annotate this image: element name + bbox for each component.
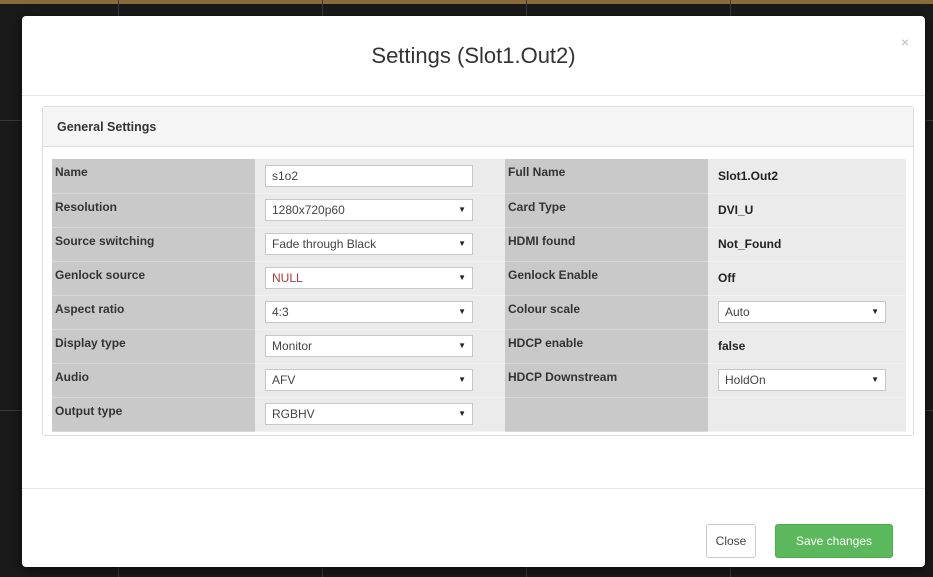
label-output-type: Output type (52, 397, 255, 432)
chevron-down-icon: ▼ (458, 375, 466, 384)
save-changes-button[interactable]: Save changes (775, 524, 893, 558)
settings-row: Genlock source NULL ▼ Genlock Enable Off (52, 261, 906, 296)
value-cell: NULL ▼ (255, 261, 505, 296)
modal-header: Settings (Slot1.Out2) × (22, 16, 925, 96)
settings-row: Aspect ratio 4:3 ▼ Colour scale Auto ▼ (52, 295, 906, 330)
resolution-select[interactable]: 1280x720p60 ▼ (265, 199, 473, 221)
full-name-value: Slot1.Out2 (708, 159, 906, 194)
close-button[interactable]: Close (706, 524, 756, 558)
hdcp-downstream-selected-value: HoldOn (725, 373, 766, 387)
settings-row: Source switching Fade through Black ▼ HDMI … (52, 227, 906, 262)
source-switching-select[interactable]: Fade through Black ▼ (265, 233, 473, 255)
colour-scale-selected-value: Auto (725, 305, 750, 319)
label-source-switching: Source switching (52, 227, 255, 262)
label-resolution: Resolution (52, 193, 255, 228)
colour-scale-select[interactable]: Auto ▼ (718, 301, 886, 323)
settings-row: Display type Monitor ▼ HDCP enable false (52, 329, 906, 364)
settings-table: Name s1o2 Full Name Slot1.Out2 Resolution 128… (52, 159, 906, 432)
display-type-selected-value: Monitor (272, 339, 313, 353)
chevron-down-icon: ▼ (458, 409, 466, 418)
hdmi-found-value: Not_Found (708, 227, 906, 262)
label-hdmi-found: HDMI found (505, 227, 708, 262)
general-settings-panel: General Settings Name s1o2 Full Name Slot1.… (42, 106, 914, 436)
value-cell: 1280x720p60 ▼ (255, 193, 505, 228)
output-type-selected-value: RGBHV (272, 407, 315, 421)
chevron-down-icon: ▼ (458, 307, 466, 316)
source-switching-selected-value: Fade through Black (272, 237, 377, 251)
settings-row: Resolution 1280x720p60 ▼ Card Type DVI_U (52, 193, 906, 228)
genlock-enable-value: Off (708, 261, 906, 296)
panel-heading: General Settings (43, 107, 913, 147)
resolution-selected-value: 1280x720p60 (272, 203, 345, 217)
label-audio: Audio (52, 363, 255, 398)
value-cell: HoldOn ▼ (708, 363, 906, 398)
label-colour-scale: Colour scale (505, 295, 708, 330)
window-top-accent (0, 0, 933, 4)
genlock-source-selected-value: NULL (272, 271, 303, 285)
label-genlock-source: Genlock source (52, 261, 255, 296)
empty-label-cell (505, 397, 708, 432)
hdcp-downstream-select[interactable]: HoldOn ▼ (718, 369, 886, 391)
modal-title: Settings (Slot1.Out2) (371, 43, 576, 68)
settings-modal: Settings (Slot1.Out2) × General Settings… (22, 16, 925, 567)
empty-value-cell (708, 397, 906, 432)
card-type-value: DVI_U (708, 193, 906, 228)
settings-row: Audio AFV ▼ HDCP Downstream HoldOn ▼ (52, 363, 906, 398)
value-cell: Fade through Black ▼ (255, 227, 505, 262)
label-full-name: Full Name (505, 159, 708, 194)
chevron-down-icon: ▼ (458, 341, 466, 350)
label-hdcp-downstream: HDCP Downstream (505, 363, 708, 398)
value-cell: 4:3 ▼ (255, 295, 505, 330)
chevron-down-icon: ▼ (458, 273, 466, 282)
label-card-type: Card Type (505, 193, 708, 228)
hdcp-enable-value: false (708, 329, 906, 364)
value-cell: RGBHV ▼ (255, 397, 505, 432)
chevron-down-icon: ▼ (871, 307, 879, 316)
chevron-down-icon: ▼ (458, 239, 466, 248)
value-cell: Auto ▼ (708, 295, 906, 330)
genlock-source-select[interactable]: NULL ▼ (265, 267, 473, 289)
label-hdcp-enable: HDCP enable (505, 329, 708, 364)
value-cell: Monitor ▼ (255, 329, 505, 364)
label-genlock-enable: Genlock Enable (505, 261, 708, 296)
audio-selected-value: AFV (272, 373, 296, 387)
chevron-down-icon: ▼ (871, 375, 879, 384)
output-type-select[interactable]: RGBHV ▼ (265, 403, 473, 425)
label-aspect-ratio: Aspect ratio (52, 295, 255, 330)
label-display-type: Display type (52, 329, 255, 364)
audio-select[interactable]: AFV ▼ (265, 369, 473, 391)
label-name: Name (52, 159, 255, 194)
chevron-down-icon: ▼ (458, 205, 466, 214)
value-cell: AFV ▼ (255, 363, 505, 398)
display-type-select[interactable]: Monitor ▼ (265, 335, 473, 357)
settings-row: Name s1o2 Full Name Slot1.Out2 (52, 159, 906, 194)
close-icon[interactable]: × (901, 34, 909, 50)
panel-heading-title: General Settings (57, 120, 157, 134)
settings-row: Output type RGBHV ▼ (52, 397, 906, 432)
aspect-ratio-select[interactable]: 4:3 ▼ (265, 301, 473, 323)
value-cell: s1o2 (255, 159, 505, 194)
aspect-ratio-selected-value: 4:3 (272, 305, 289, 319)
name-input[interactable]: s1o2 (265, 164, 473, 187)
